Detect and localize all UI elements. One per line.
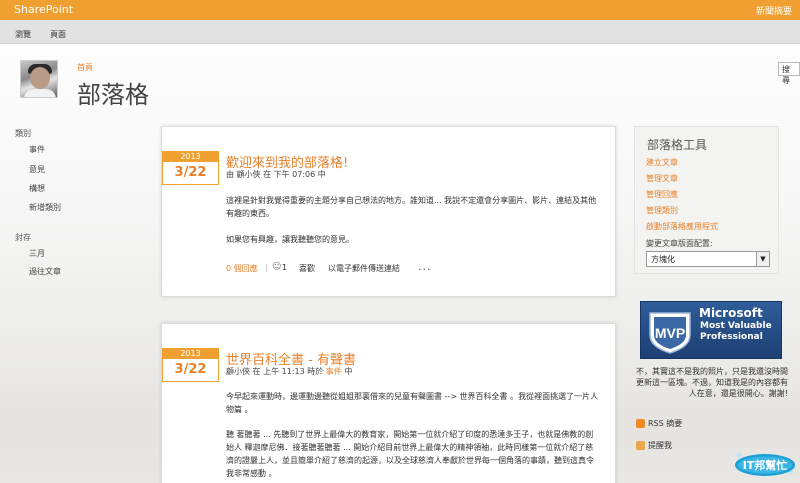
more-options-icon[interactable]: ... [418,260,432,273]
nav-archive-heading: 封存 [15,233,31,242]
page-title: 部落格 [77,81,149,109]
blog-post: 2013 3/22 歡迎來到我的部落格! 由 顧小俠 在 下午 07:06 中 … [161,126,616,297]
manage-categories-link[interactable]: 管理類別 [646,205,678,216]
post-day: 3/22 [162,359,219,382]
post-date: 2013 3/22 [162,151,219,185]
mvp-microsoft: Microsoft [699,306,763,320]
breadcrumb-home[interactable]: 首頁 [77,62,93,73]
sharepoint-brand[interactable]: SharePoint [14,3,73,16]
search-input[interactable]: 搜尋 [778,62,800,85]
post-meta: 由 顧小俠 在 下午 07:06 中 [226,170,326,179]
post-paragraph: 今早起來運動時，邊運動邊聽從姐姐那裏借來的兒童有聲圖書 --> 世界百科全書 。… [226,392,599,414]
chevron-down-icon: ▼ [756,252,769,266]
post-day: 3/22 [162,162,219,185]
site-avatar [20,60,58,98]
post-date: 2013 3/22 [162,348,219,382]
divider: | [265,263,268,272]
nav-item-opinions[interactable]: 意見 [29,164,45,175]
nav-item-events[interactable]: 事件 [29,144,45,155]
nav-categories-heading: 類別 [15,129,31,138]
svg-text:MVP: MVP [655,325,685,341]
post-paragraph: 聽 著聽著 ... 先聽到了世界上最偉大的教育家，開始第一位就介紹了印度的悉達多… [226,430,594,478]
like-count-icon: ☺ [272,262,282,272]
rss-icon [636,419,645,428]
mvp-shield-icon: MVP [649,312,691,354]
blog-tools-panel: 部落格工具 建立文章 管理文章 管理回應 管理類別 啟動部落格應用程式 變更文章… [634,126,779,274]
about-note: 不，其實這不是我的照片，只是我還沒時間更新這一區塊。不過，知道我是的內容都有人在… [636,367,788,398]
blog-tools-title: 部落格工具 [647,138,708,152]
layout-label: 變更文章版面配置: [646,239,713,248]
author-link[interactable]: 顧小俠 [237,170,261,179]
blog-post: 2013 3/22 世界百科全書 - 有聲書 顧小俠 在 上午 11:13 時於… [161,323,616,483]
ribbon: 瀏覽 頁面 [0,20,800,44]
alert-me-link[interactable]: 提醒我 [636,440,672,451]
author-link[interactable]: 顧小俠 [226,367,250,376]
comments-link[interactable]: 0 個回應 [226,263,258,274]
ithelp-logo: IT邦幫忙 [735,452,795,476]
mvp-line: Professional [700,332,763,342]
mvp-logo: MVP Microsoft Most Valuable Professional [640,301,782,359]
nav-item-older-posts[interactable]: 過往文章 [29,266,61,277]
manage-comments-link[interactable]: 管理回應 [646,189,678,200]
category-link[interactable]: 事件 [326,367,342,376]
tab-browse[interactable]: 瀏覽 [15,29,31,40]
like-button[interactable]: 喜歡 [299,263,315,274]
like-count: 1 [282,263,288,272]
post-meta: 顧小俠 在 上午 11:13 時於 事件 中 [226,367,353,376]
email-link-button[interactable]: 以電子郵件傳送連結 [328,263,400,274]
post-year: 2013 [162,151,219,162]
bell-icon [636,441,645,450]
post-paragraph: 這裡是針對我覺得重要的主題分享自己想法的地方。誰知道... 我說不定還會分享圖片… [226,196,597,218]
post-paragraph: 如果您有興趣，讓我聽聽您的意見。 [226,235,354,244]
nav-item-ideas[interactable]: 構想 [29,183,45,194]
rss-feed-link[interactable]: RSS 摘要 [636,418,682,429]
nav-item-march[interactable]: 三月 [29,248,45,259]
newsfeed-link[interactable]: 新聞摘要 [756,4,792,17]
mvp-line: Most Valuable [700,321,772,331]
launch-blog-app-link[interactable]: 啟動部落格應用程式 [646,221,718,232]
post-year: 2013 [162,348,219,359]
manage-posts-link[interactable]: 管理文章 [646,173,678,184]
layout-select[interactable]: 方塊化 ▼ [646,251,770,267]
nav-item-add-category[interactable]: 新增類別 [29,202,61,213]
suite-bar: SharePoint 新聞摘要 [0,0,800,20]
tab-page[interactable]: 頁面 [50,29,66,40]
svg-text:IT邦幫忙: IT邦幫忙 [743,458,788,472]
create-post-link[interactable]: 建立文章 [646,157,678,168]
